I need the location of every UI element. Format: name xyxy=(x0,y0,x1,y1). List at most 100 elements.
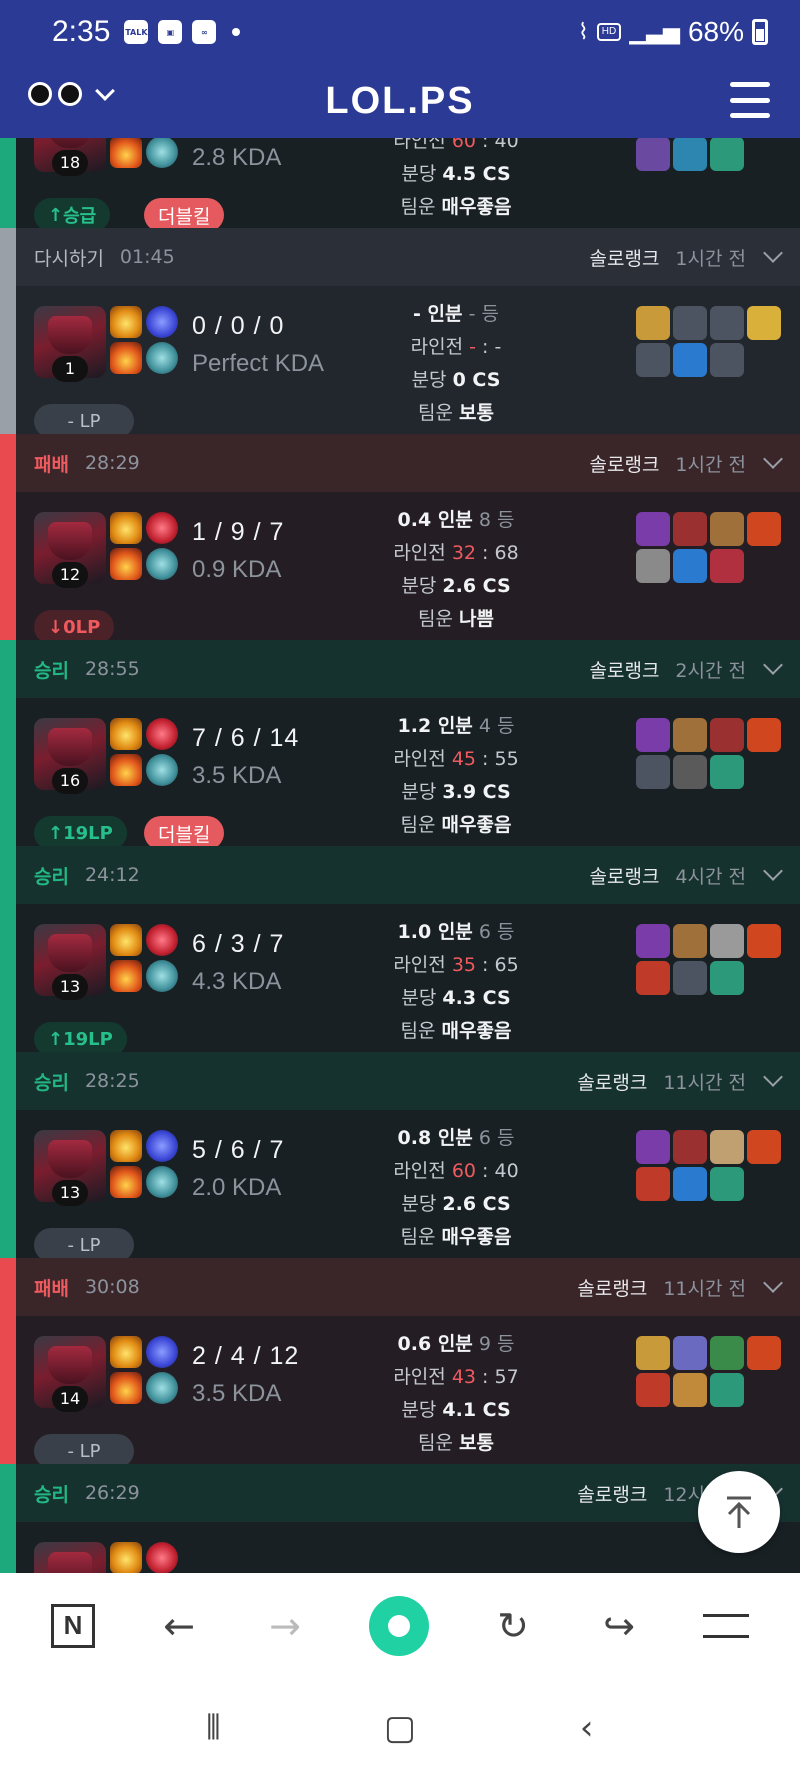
champion-level: 12 xyxy=(52,562,88,588)
primary-rune-icon xyxy=(146,306,178,338)
system-back-button[interactable]: ‹ xyxy=(567,1708,607,1748)
kill-participation: 0.4 인분 xyxy=(397,509,473,531)
back-button[interactable]: ← xyxy=(157,1604,201,1648)
cs-row: 분당 4.3 CS xyxy=(356,982,556,1015)
kill-participation-row: 1.2 인분 4 등 xyxy=(356,710,556,743)
match-header[interactable]: 승리 28:25 솔로랭크 11시간 전 xyxy=(16,1052,800,1110)
item-icon xyxy=(710,138,744,171)
reload-button[interactable]: ↻ xyxy=(491,1604,535,1648)
kill-participation: 1.0 인분 xyxy=(397,921,473,943)
region-switch-button[interactable] xyxy=(28,81,115,106)
home-button[interactable]: ▢ xyxy=(380,1708,420,1748)
forward-button[interactable]: → xyxy=(263,1604,307,1648)
queue-type: 솔로랭크 xyxy=(577,1071,648,1094)
cs-per-min: 2.6 CS xyxy=(442,575,511,597)
match-card[interactable]: 승리26:29솔로랭크12시간 전 xyxy=(0,1464,800,1573)
item-icon xyxy=(673,1167,707,1201)
luck-row: 팀운 매우좋음 xyxy=(356,1015,556,1048)
luck-label: 팀운 xyxy=(400,814,436,836)
team-luck: 매우좋음 xyxy=(441,814,512,836)
result-color-bar xyxy=(0,1258,16,1464)
arrow-up-icon: ↑ xyxy=(48,1028,64,1050)
chevron-down-icon[interactable] xyxy=(763,655,783,675)
chevron-down-icon[interactable] xyxy=(763,243,783,263)
naver-home-button[interactable]: N xyxy=(51,1603,95,1648)
flash-spell-icon xyxy=(110,512,142,544)
kill-participation-row: 0.4 인분 8 등 xyxy=(356,504,556,537)
match-duration: 28:29 xyxy=(84,452,140,474)
match-body: 13 5 / 6 / 7 2.0 KDA - LP 0.8 인분 6 등 라인전 60 :… xyxy=(16,1110,800,1262)
match-header[interactable]: 승리26:29솔로랭크12시간 전 xyxy=(16,1464,800,1522)
time-ago: 2시간 전 xyxy=(675,659,746,682)
kda-ratio: 3.5 KDA xyxy=(192,762,282,789)
cs-per-min: 0 CS xyxy=(452,369,501,391)
luck-label: 팀운 xyxy=(400,196,436,218)
cs-row: 분당 2.6 CS xyxy=(356,1188,556,1221)
cs-label: 분당 xyxy=(401,163,437,185)
match-card[interactable]: 1811 / 8 / 112.8 KDA↑ 승급더블킬0.8 인분 8 등라인전… xyxy=(0,138,800,232)
lp-change-badge: - LP xyxy=(34,1228,134,1262)
lane-label: 라인전 xyxy=(393,138,446,152)
lane-row: 라인전 60 : 40 xyxy=(393,1160,519,1182)
match-duration: 01:45 xyxy=(119,246,175,268)
app-root: 2:35 TALK ▣ ∞ ⌇ HD ▁▃▅ 68% LOL.PS 18 1 1 /… xyxy=(0,0,800,1778)
item-icon xyxy=(710,549,744,583)
site-logo[interactable]: LOL.PS xyxy=(325,80,474,123)
match-header[interactable]: 다시하기 01:45 솔로랭크 1시간 전 xyxy=(16,228,800,286)
kill-participation-row: 1.0 인분 6 등 xyxy=(356,916,556,949)
queue-type: 솔로랭크 xyxy=(589,247,660,270)
match-header[interactable]: 승리 24:12 솔로랭크 4시간 전 xyxy=(16,846,800,904)
lane-row: 라인전 60 : 40 xyxy=(356,138,556,158)
item-icon xyxy=(710,718,744,752)
match-header[interactable]: 패배 28:29 솔로랭크 1시간 전 xyxy=(16,434,800,492)
luck-label: 팀운 xyxy=(400,1020,436,1042)
item-icon xyxy=(710,961,744,995)
browser-menu-button[interactable] xyxy=(703,1613,749,1638)
result-color-bar xyxy=(0,846,16,1052)
hamburger-menu-button[interactable] xyxy=(730,82,770,118)
queue-type: 솔로랭크 xyxy=(577,1277,648,1300)
item-build xyxy=(636,306,800,377)
lane-label: 라인전 xyxy=(393,1366,446,1388)
match-result: 승리 xyxy=(34,1483,69,1506)
match-header[interactable]: 승리 28:55 솔로랭크 2시간 전 xyxy=(16,640,800,698)
queue-type: 솔로랭크 xyxy=(589,453,660,476)
luck-row: 팀운 나쁨 xyxy=(356,603,556,636)
chevron-down-icon[interactable] xyxy=(763,1273,783,1293)
flash-spell-icon xyxy=(110,306,142,338)
cs-label: 분당 xyxy=(411,369,447,391)
team-luck: 보통 xyxy=(459,1432,494,1454)
item-icon xyxy=(710,1130,744,1164)
arrow-down-icon: ↓ xyxy=(48,616,64,638)
scroll-top-button[interactable] xyxy=(698,1471,780,1553)
match-card[interactable]: 승리 24:12 솔로랭크 4시간 전 13 6 / 3 / 7 4.3 KDA ↑ 19LP… xyxy=(0,846,800,1056)
match-card[interactable]: 다시하기 01:45 솔로랭크 1시간 전 1 0 / 0 / 0 Perfect KDA -… xyxy=(0,228,800,438)
item-icon xyxy=(636,1130,670,1164)
champion-portrait xyxy=(34,1542,106,1573)
green-dot-button[interactable] xyxy=(369,1595,429,1656)
chevron-down-icon[interactable] xyxy=(763,1067,783,1087)
match-card[interactable]: 패배 28:29 솔로랭크 1시간 전 12 1 / 9 / 7 0.9 KDA ↓ 0LP 0… xyxy=(0,434,800,644)
share-button[interactable]: ↪ xyxy=(597,1604,641,1648)
secondary-rune-icon xyxy=(146,548,178,580)
match-card[interactable]: 승리 28:25 솔로랭크 11시간 전 13 5 / 6 / 7 2.0 KDA - LP 0… xyxy=(0,1052,800,1262)
primary-rune-icon xyxy=(146,1336,178,1368)
result-color-bar xyxy=(0,1464,16,1573)
match-stats: 0.8 인분 8 등라인전 60 : 40분당 4.5 CS팀운 매우좋음 xyxy=(356,138,556,224)
match-card[interactable]: 승리 28:55 솔로랭크 2시간 전 16 7 / 6 / 14 3.5 KDA ↑ 19L… xyxy=(0,640,800,850)
chevron-down-icon[interactable] xyxy=(763,861,783,881)
match-header[interactable]: 패배 30:08 솔로랭크 11시간 전 xyxy=(16,1258,800,1316)
chevron-down-icon[interactable] xyxy=(763,449,783,469)
dot-icon xyxy=(388,1614,410,1637)
battery-icon xyxy=(752,19,768,45)
recent-apps-button[interactable]: ⦀ xyxy=(193,1708,233,1748)
lane-label: 라인전 xyxy=(393,954,446,976)
match-card[interactable]: 패배 30:08 솔로랭크 11시간 전 14 2 / 4 / 12 3.5 KDA - LP… xyxy=(0,1258,800,1468)
lp-change-text: 0LP xyxy=(63,616,101,638)
chevron-down-icon xyxy=(95,81,115,101)
item-icon xyxy=(636,549,670,583)
match-body: 1 0 / 0 / 0 Perfect KDA - LP - 인분 - 등 라인전 - :… xyxy=(16,286,800,438)
rank-in-game: 6 등 xyxy=(478,1127,515,1149)
champion-level: 18 xyxy=(52,150,88,176)
secondary-rune-icon xyxy=(146,138,178,168)
